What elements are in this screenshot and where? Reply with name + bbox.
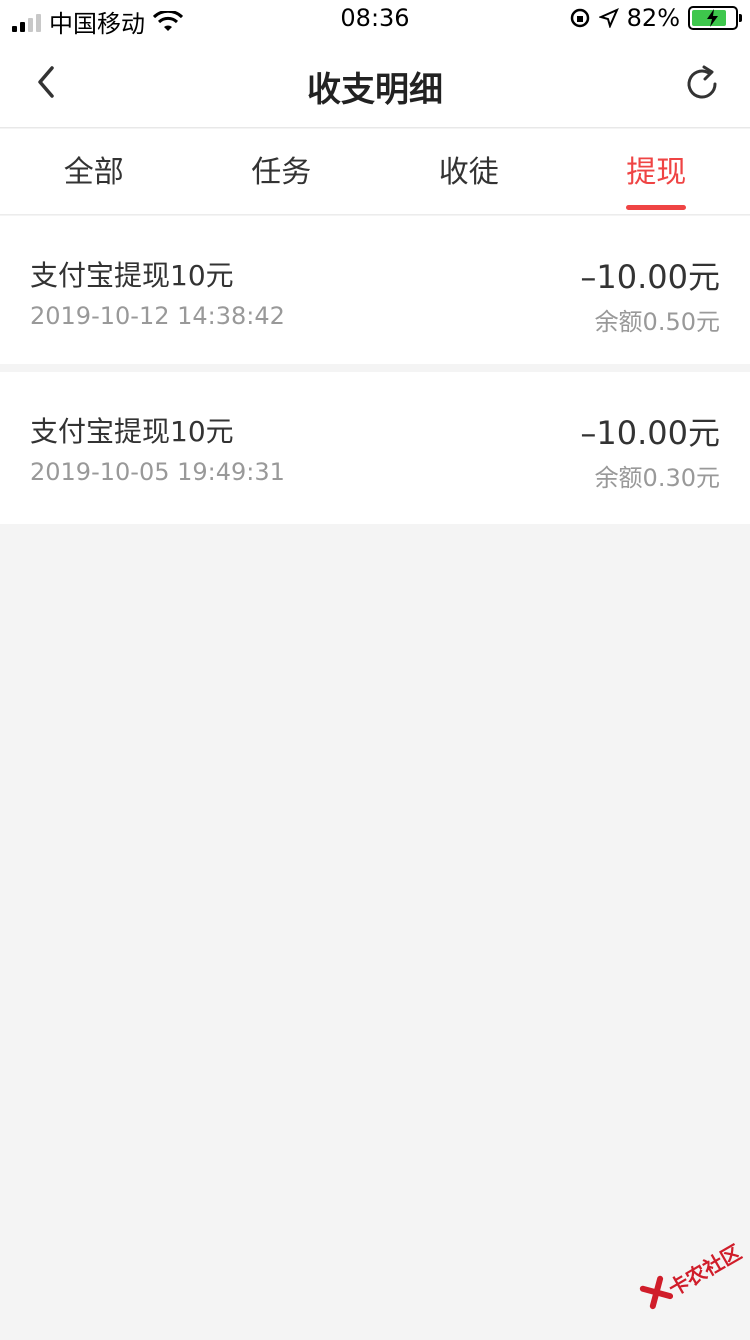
tab-bar: 全部 任务 收徒 提现 <box>0 129 750 215</box>
tab-all[interactable]: 全部 <box>0 129 188 214</box>
tab-label: 全部 <box>64 155 124 190</box>
watermark-text: 卡农社区 <box>662 1236 746 1301</box>
refresh-icon <box>682 62 722 106</box>
record-balance: 余额0.30元 <box>595 458 720 493</box>
record-title: 支付宝提现10元 <box>30 410 234 450</box>
active-tab-indicator <box>626 205 686 210</box>
record-amount: –10.00元 <box>580 408 720 454</box>
tab-apprentice[interactable]: 收徒 <box>375 129 563 214</box>
record-balance: 余额0.50元 <box>595 302 720 337</box>
record-title: 支付宝提现10元 <box>30 254 234 294</box>
refresh-button[interactable] <box>682 62 722 106</box>
rotation-lock-icon <box>569 7 591 29</box>
location-arrow-icon <box>599 8 619 28</box>
page-title: 收支明细 <box>0 62 750 111</box>
nav-bar: 收支明细 <box>0 40 750 128</box>
tab-tasks[interactable]: 任务 <box>188 129 376 214</box>
charging-bolt-icon <box>704 9 722 27</box>
status-bar: 中国移动 08:36 82% <box>0 0 750 40</box>
record-amount: –10.00元 <box>580 252 720 298</box>
tab-label: 收徒 <box>439 155 499 190</box>
tab-label: 任务 <box>251 155 311 190</box>
tab-label: 提现 <box>626 155 686 190</box>
list-item[interactable]: 支付宝提现10元 2019-10-05 19:49:31 –10.00元 余额0… <box>0 372 750 524</box>
watermark-logo: 卡农社区 <box>629 1220 750 1339</box>
tab-withdraw[interactable]: 提现 <box>563 129 750 214</box>
record-time: 2019-10-12 14:38:42 <box>30 302 285 330</box>
record-time: 2019-10-05 19:49:31 <box>30 458 285 486</box>
battery-percent: 82% <box>627 4 680 32</box>
status-right: 82% <box>569 4 738 32</box>
battery-icon <box>688 6 738 30</box>
list-item[interactable]: 支付宝提现10元 2019-10-12 14:38:42 –10.00元 余额0… <box>0 216 750 364</box>
